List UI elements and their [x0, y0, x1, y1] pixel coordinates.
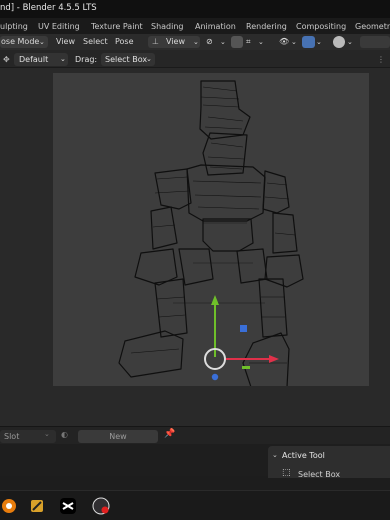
orientation-axes-icon: ⊥ [152, 37, 159, 46]
orientation-gizmo-icon: ✥ [3, 55, 10, 64]
tab-geometry[interactable]: Geometry [355, 20, 390, 33]
gizmo-plane-handle[interactable] [242, 366, 250, 369]
chevron-down-icon: ⌄ [39, 38, 45, 46]
gizmo-x-arrow[interactable] [269, 355, 279, 363]
taskbar [0, 490, 390, 520]
menu-pose[interactable]: Pose [115, 36, 134, 48]
gizmo-plane-handle[interactable] [240, 325, 247, 332]
chevron-down-icon: ⌄ [316, 38, 322, 46]
action-browse-icon[interactable]: ◐ [61, 430, 68, 439]
chevron-down-icon: ⌄ [60, 55, 66, 63]
overlays-icon[interactable] [333, 36, 345, 48]
chevron-down-icon[interactable]: ⌄ [272, 451, 278, 459]
blender-orange-app-icon[interactable] [0, 497, 18, 515]
tab-animation[interactable]: Animation [195, 20, 236, 33]
window-titlebar: nd] - Blender 4.5.5 LTS [0, 0, 390, 18]
visibility-eye-icon[interactable]: 👁 [279, 36, 289, 48]
pencil-app-icon[interactable] [28, 497, 46, 515]
menu-view[interactable]: View [56, 36, 75, 48]
snap-magnet-button[interactable] [231, 36, 243, 48]
options-icon[interactable]: ⋮ [377, 53, 385, 66]
gizmo-toggle-button[interactable] [302, 36, 315, 48]
select-box-icon: ⬚ [282, 468, 291, 478]
tab-shading[interactable]: Shading [151, 20, 184, 33]
chevron-down-icon: ⌄ [258, 38, 264, 46]
active-tool-name[interactable]: Select Box [298, 470, 340, 479]
menu-select[interactable]: Select [83, 36, 108, 48]
workspace-tabs: ulpting UV Editing Texture Paint Shading… [0, 18, 390, 34]
chevron-down-icon: ⌄ [193, 38, 199, 46]
obs-app-icon[interactable] [92, 497, 110, 515]
tab-compositing[interactable]: Compositing [296, 20, 346, 33]
drag-value: Select Box [105, 55, 148, 64]
new-action-button[interactable]: New [78, 430, 158, 443]
tab-texture-paint[interactable]: Texture Paint [91, 20, 143, 33]
chevron-down-icon: ⌄ [220, 38, 226, 46]
gizmo-y-arrow[interactable] [211, 295, 219, 305]
snap-grid-icon[interactable]: ⌗ [246, 36, 251, 48]
pin-icon[interactable]: 📌 [164, 429, 175, 439]
chevron-down-icon: ⌄ [347, 38, 353, 46]
pivot-link-icon[interactable]: ⊘ [206, 36, 213, 48]
mode-label: ose Mode [1, 37, 40, 46]
orientation-label: View [166, 37, 185, 46]
window-title: nd] - Blender 4.5.5 LTS [0, 3, 97, 13]
action-editor-row: Slot ⌄ ◐ New 📌 [0, 426, 390, 444]
gizmo-z-handle[interactable] [211, 373, 219, 381]
new-action-label: New [109, 432, 127, 441]
orientation-default-label: Default [19, 55, 49, 64]
chevron-down-icon: ⌄ [44, 430, 50, 438]
shading-modes[interactable] [360, 36, 390, 48]
tab-rendering[interactable]: Rendering [246, 20, 287, 33]
viewport-header: ose Mode ⌄ View Select Pose ⊥ View ⌄ ⊘ ⌄… [0, 34, 390, 50]
slot-label: Slot [4, 432, 20, 441]
active-tool-panel: ⌄ Active Tool ⬚ Select Box [268, 446, 390, 479]
armature-wireframe[interactable] [53, 73, 369, 386]
drag-label: Drag: [75, 55, 98, 64]
chevron-down-icon: ⌄ [291, 38, 297, 46]
tab-sculpting[interactable]: ulpting [0, 20, 28, 33]
tool-settings-header: ✥ Default ⌄ Drag: Select Box ⌄ ⋮ [0, 50, 390, 68]
tab-uv-editing[interactable]: UV Editing [38, 20, 80, 33]
chevron-down-icon: ⌄ [146, 55, 152, 63]
active-tool-title: Active Tool [282, 451, 325, 460]
capcut-app-icon[interactable] [59, 497, 77, 515]
